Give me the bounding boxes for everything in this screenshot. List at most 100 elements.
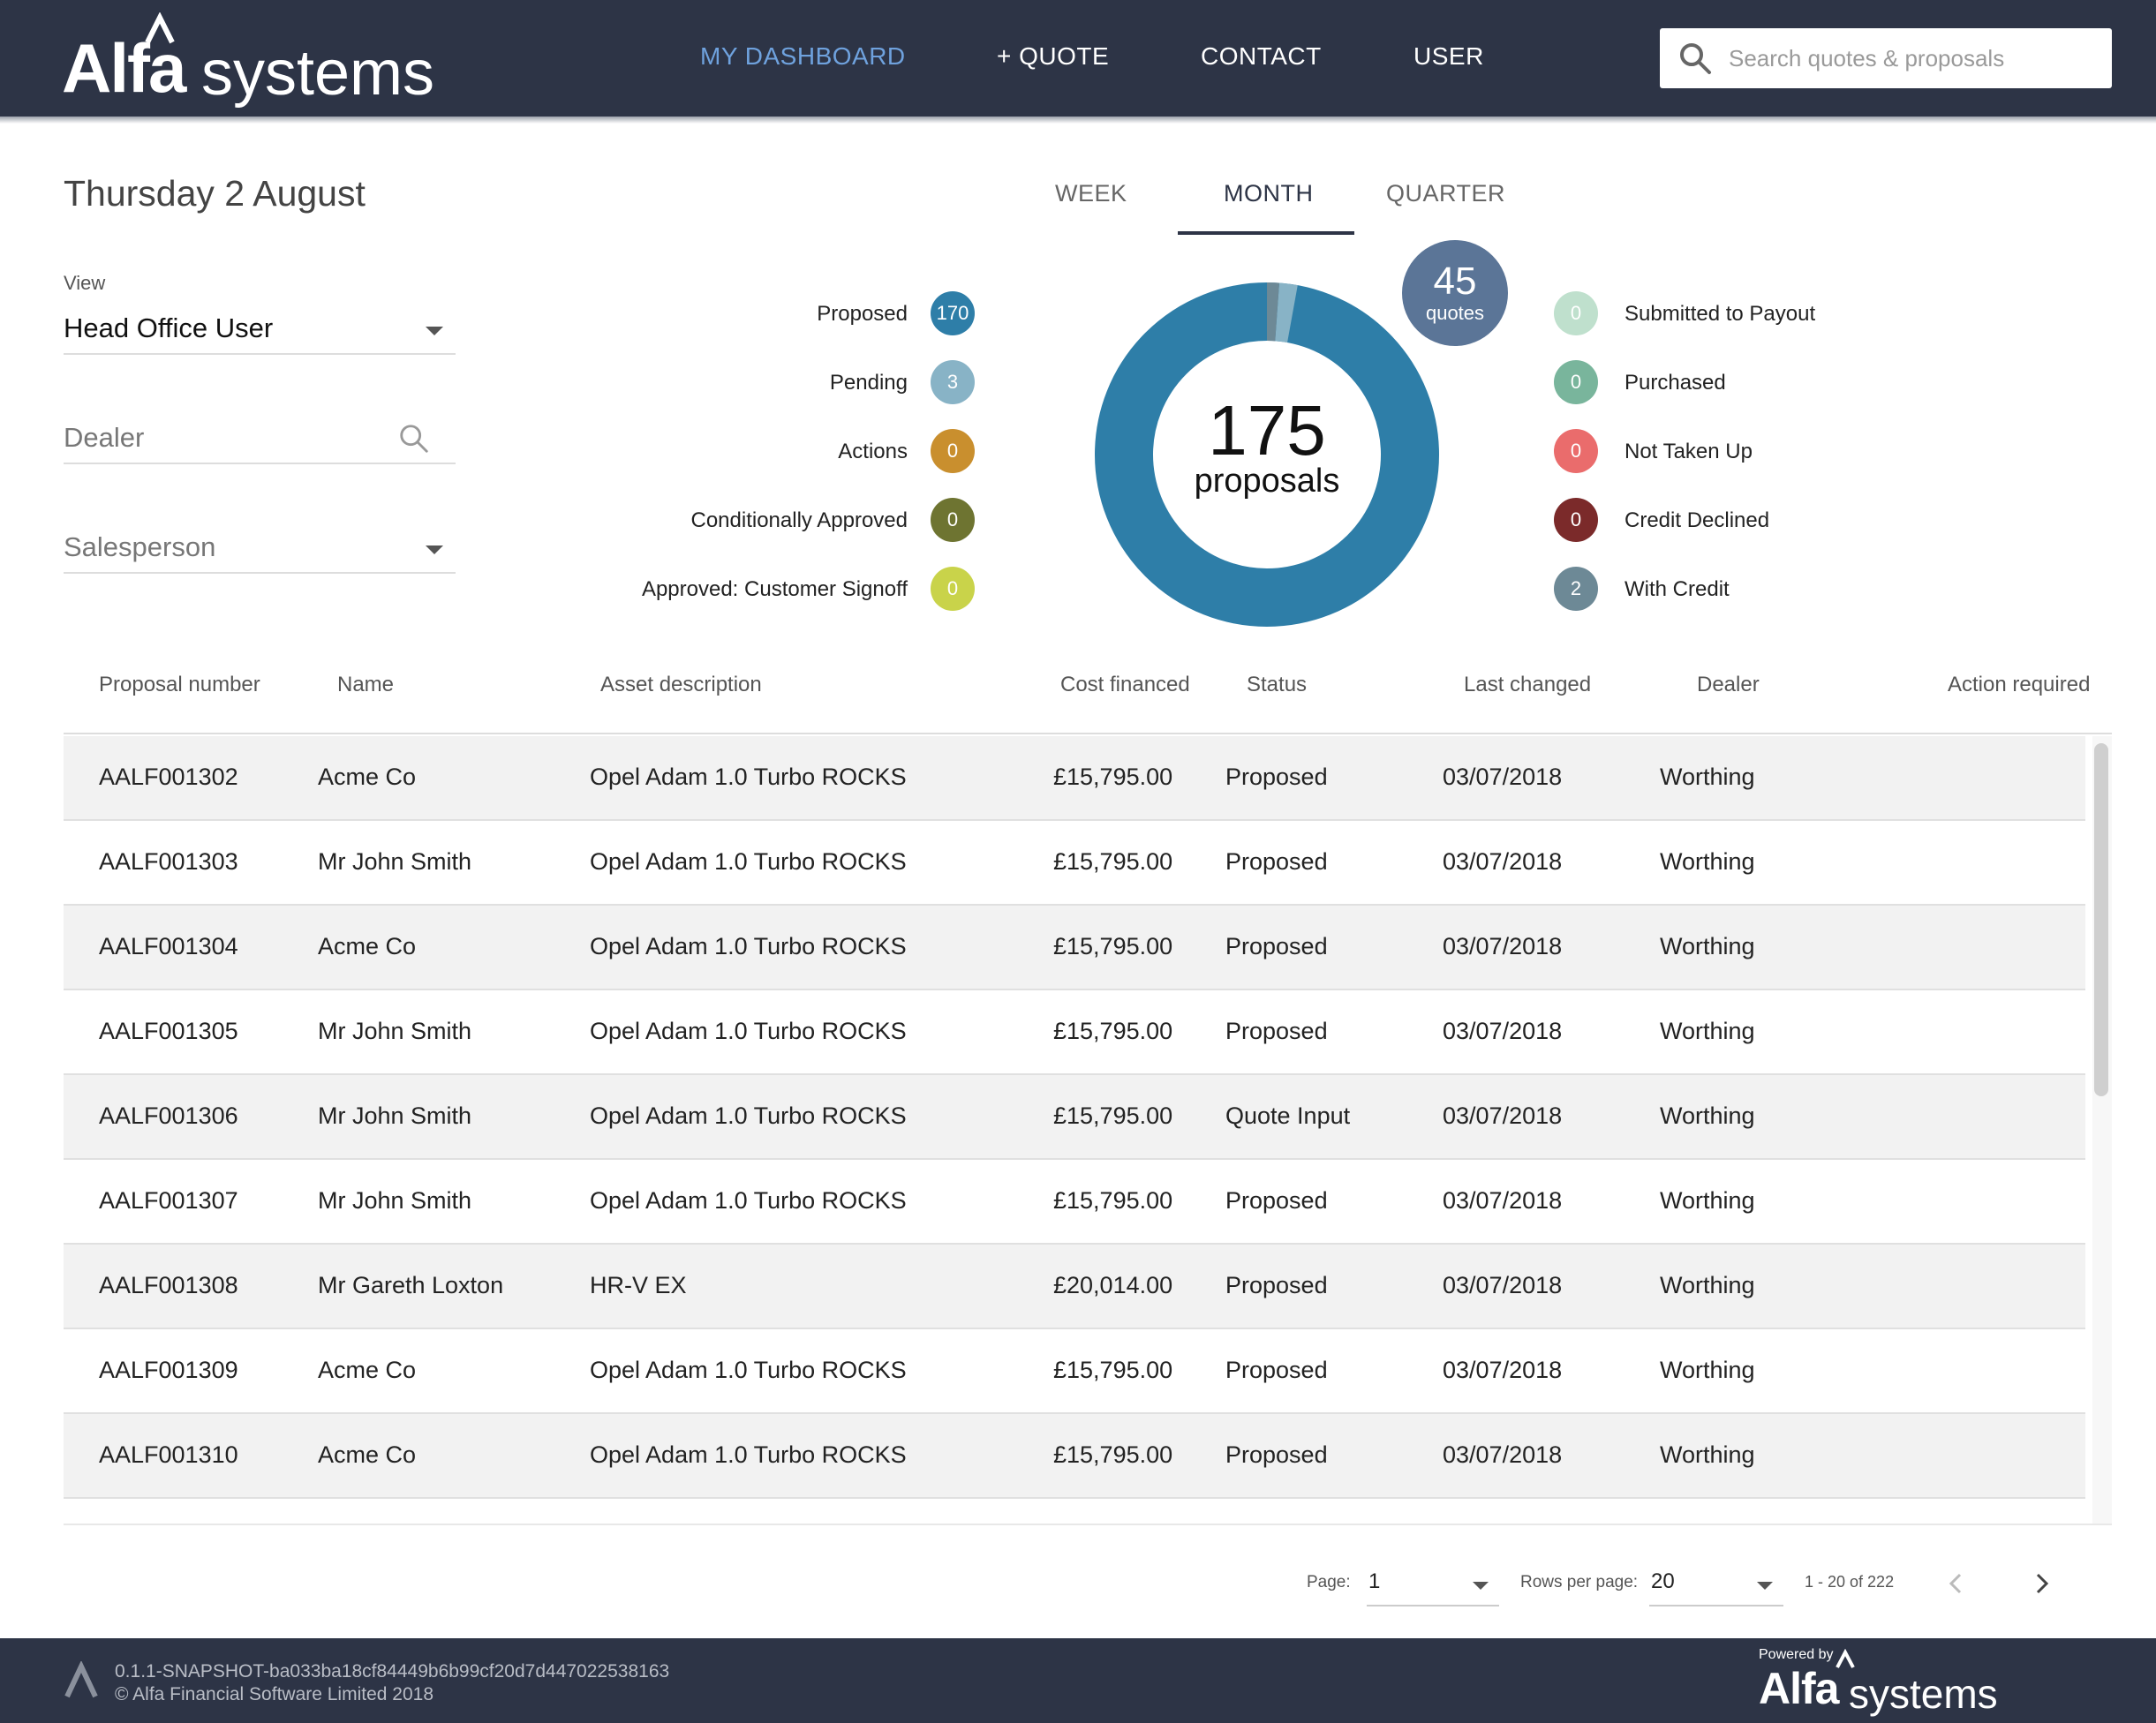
cell-asset-description: Opel Adam 1.0 Turbo ROCKS xyxy=(590,1187,907,1214)
status-actions[interactable]: Actions 0 xyxy=(530,429,980,475)
view-label: View xyxy=(64,272,106,294)
cell-proposal-number: AALF001304 xyxy=(99,933,238,959)
cell-name: Mr John Smith xyxy=(318,848,472,875)
table-scrollbar-thumb[interactable] xyxy=(2094,743,2108,1096)
table-row[interactable]: AALF001309 Acme Co Opel Adam 1.0 Turbo R… xyxy=(64,1329,2085,1414)
cell-dealer: Worthing xyxy=(1660,1187,1755,1214)
column-header-proposal-number[interactable]: Proposal number xyxy=(99,673,260,697)
view-select[interactable]: Head Office User xyxy=(64,300,456,355)
header-shadow xyxy=(0,117,2156,124)
proposals-table-body: AALF001302 Acme Co Opel Adam 1.0 Turbo R… xyxy=(64,736,2112,1524)
page-label: Page: xyxy=(1307,1573,1351,1591)
build-version: 0.1.1-SNAPSHOT-ba033ba18cf84449b6b99cf20… xyxy=(115,1661,670,1682)
status-conditionally-approved[interactable]: Conditionally Approved 0 xyxy=(530,498,980,544)
status-submitted-to-payout[interactable]: 0 Submitted to Payout xyxy=(1554,291,1907,337)
status-approved-customer-signoff[interactable]: Approved: Customer Signoff 0 xyxy=(530,567,980,613)
table-row[interactable]: AALF001307 Mr John Smith Opel Adam 1.0 T… xyxy=(64,1160,2085,1245)
alfa-systems-logo[interactable]: Alfa systems xyxy=(62,12,434,109)
cell-name: Acme Co xyxy=(318,1357,417,1383)
status-label: Approved: Customer Signoff xyxy=(641,577,908,601)
column-header-name[interactable]: Name xyxy=(337,673,394,697)
table-row[interactable]: AALF001302 Acme Co Opel Adam 1.0 Turbo R… xyxy=(64,736,2085,821)
status-count-badge: 2 xyxy=(1554,567,1598,611)
page-select-value: 1 xyxy=(1368,1569,1381,1593)
status-label: With Credit xyxy=(1625,577,1730,601)
table-row[interactable]: AALF001306 Mr John Smith Opel Adam 1.0 T… xyxy=(64,1075,2085,1160)
table-row[interactable]: AALF001308 Mr Gareth Loxton HR-V EX £20,… xyxy=(64,1245,2085,1329)
cell-last-changed: 03/07/2018 xyxy=(1443,848,1563,875)
nav-my-dashboard[interactable]: MY DASHBOARD xyxy=(700,42,906,71)
table-bottom-divider xyxy=(64,1524,2112,1525)
table-row[interactable]: AALF001310 Acme Co Opel Adam 1.0 Turbo R… xyxy=(64,1414,2085,1499)
tab-week[interactable]: WEEK xyxy=(1055,180,1127,207)
cell-last-changed: 03/07/2018 xyxy=(1443,1187,1563,1214)
cell-proposal-number: AALF001307 xyxy=(99,1187,238,1214)
cell-status: Proposed xyxy=(1225,764,1328,790)
status-count-badge: 0 xyxy=(931,498,975,542)
cell-status: Proposed xyxy=(1225,1187,1328,1214)
total-proposals-label: proposals xyxy=(1194,463,1340,500)
table-row[interactable]: AALF001305 Mr John Smith Opel Adam 1.0 T… xyxy=(64,990,2085,1075)
quotes-count: 45 xyxy=(1433,260,1477,303)
rows-per-page-select[interactable]: 20 xyxy=(1649,1555,1783,1606)
column-header-asset-description[interactable]: Asset description xyxy=(600,673,762,697)
cell-name: Mr John Smith xyxy=(318,1187,472,1214)
status-count-badge: 3 xyxy=(931,360,975,404)
nav-user[interactable]: USER xyxy=(1413,42,1484,71)
column-header-action-required[interactable]: Action required xyxy=(1948,673,2090,697)
status-label: Actions xyxy=(838,440,908,463)
chevron-down-icon xyxy=(426,327,443,335)
column-header-status[interactable]: Status xyxy=(1247,673,1307,697)
tab-quarter[interactable]: QUARTER xyxy=(1386,180,1505,207)
rows-per-page-value: 20 xyxy=(1651,1569,1675,1593)
cell-proposal-number: AALF001308 xyxy=(99,1272,238,1298)
cell-status: Proposed xyxy=(1225,848,1328,875)
cell-cost-financed: £15,795.00 xyxy=(1053,848,1173,875)
status-purchased[interactable]: 0 Purchased xyxy=(1554,360,1907,406)
cell-last-changed: 03/07/2018 xyxy=(1443,1441,1563,1468)
cell-status: Proposed xyxy=(1225,933,1328,959)
cell-cost-financed: £15,795.00 xyxy=(1053,933,1173,959)
search-icon[interactable] xyxy=(397,422,431,455)
search-box[interactable] xyxy=(1660,28,2112,88)
status-proposed[interactable]: Proposed 170 xyxy=(530,291,980,337)
chevron-down-icon xyxy=(1473,1582,1489,1590)
column-header-last-changed[interactable]: Last changed xyxy=(1464,673,1591,697)
status-with-credit[interactable]: 2 With Credit xyxy=(1554,567,1907,613)
footer-logo-alfa: Alfa xyxy=(1759,1664,1839,1713)
status-credit-declined[interactable]: 0 Credit Declined xyxy=(1554,498,1907,544)
cell-last-changed: 03/07/2018 xyxy=(1443,764,1563,790)
cell-dealer: Worthing xyxy=(1660,1441,1755,1468)
logo-caret-icon xyxy=(145,12,175,44)
cell-cost-financed: £15,795.00 xyxy=(1053,1187,1173,1214)
status-not-taken-up[interactable]: 0 Not Taken Up xyxy=(1554,429,1907,475)
tab-month[interactable]: MONTH xyxy=(1224,180,1313,207)
cell-asset-description: Opel Adam 1.0 Turbo ROCKS xyxy=(590,848,907,875)
column-header-cost-financed[interactable]: Cost financed xyxy=(1060,673,1190,697)
search-input[interactable] xyxy=(1729,42,2099,74)
cell-cost-financed: £15,795.00 xyxy=(1053,764,1173,790)
column-header-dealer[interactable]: Dealer xyxy=(1697,673,1760,697)
alfa-mark-icon xyxy=(64,1661,98,1698)
status-count-badge: 0 xyxy=(1554,429,1598,473)
next-page-icon[interactable] xyxy=(2025,1568,2057,1599)
table-row[interactable]: AALF001303 Mr John Smith Opel Adam 1.0 T… xyxy=(64,821,2085,906)
page-select[interactable]: 1 xyxy=(1367,1555,1499,1606)
dealer-field[interactable]: Dealer xyxy=(64,410,456,464)
cell-cost-financed: £15,795.00 xyxy=(1053,1018,1173,1044)
cell-proposal-number: AALF001310 xyxy=(99,1441,238,1468)
cell-dealer: Worthing xyxy=(1660,1018,1755,1044)
nav-contact[interactable]: CONTACT xyxy=(1201,42,1322,71)
status-pending[interactable]: Pending 3 xyxy=(530,360,980,406)
quotes-count-bubble[interactable]: 45 quotes xyxy=(1402,240,1508,346)
nav-quote[interactable]: + QUOTE xyxy=(997,42,1109,71)
status-label: Purchased xyxy=(1625,371,1726,395)
previous-page-icon[interactable] xyxy=(1941,1568,1972,1599)
table-row[interactable]: AALF001304 Acme Co Opel Adam 1.0 Turbo R… xyxy=(64,906,2085,990)
status-label: Submitted to Payout xyxy=(1625,302,1816,326)
cell-dealer: Worthing xyxy=(1660,1272,1755,1298)
salesperson-select[interactable]: Salesperson xyxy=(64,519,456,574)
cell-name: Mr John Smith xyxy=(318,1018,472,1044)
cell-asset-description: Opel Adam 1.0 Turbo ROCKS xyxy=(590,1357,907,1383)
chevron-down-icon xyxy=(1757,1582,1773,1590)
